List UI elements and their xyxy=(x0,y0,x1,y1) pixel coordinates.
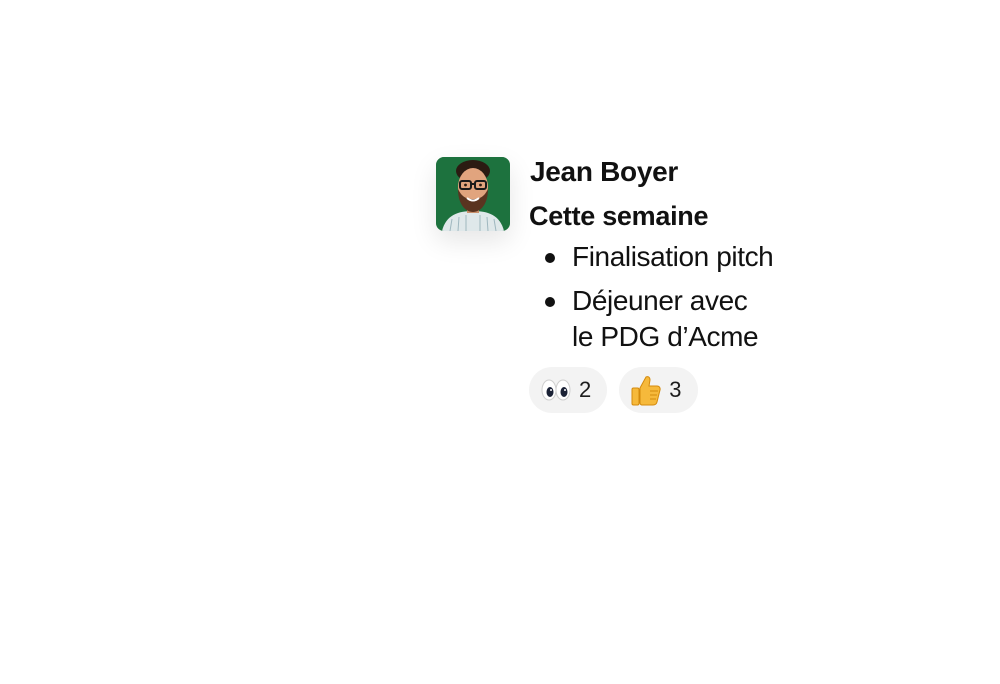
chat-message: Jean Boyer Cette semaine Finalisation pi… xyxy=(436,152,829,413)
eyes-emoji-icon xyxy=(540,374,572,406)
list-item-text-continued: le PDG d’Acme xyxy=(572,321,759,352)
thumbs-up-emoji-icon xyxy=(630,374,662,406)
list-item: Déjeuner avec le PDG d’Acme xyxy=(529,283,829,355)
avatar[interactable] xyxy=(436,157,510,231)
reaction-thumbs-up[interactable]: 3 xyxy=(619,367,698,413)
message-content: Jean Boyer Cette semaine Finalisation pi… xyxy=(529,152,829,413)
bullet-icon xyxy=(545,253,555,263)
bullet-icon xyxy=(545,297,555,307)
reaction-eyes[interactable]: 2 xyxy=(529,367,608,413)
bullet-list: Finalisation pitch Déjeuner avec le PDG … xyxy=(529,239,829,355)
reaction-count: 3 xyxy=(669,377,682,402)
author-name[interactable]: Jean Boyer xyxy=(530,152,829,192)
list-item: Finalisation pitch xyxy=(529,239,829,275)
reaction-count: 2 xyxy=(579,377,592,402)
reactions-bar: 2 3 xyxy=(529,367,829,413)
list-item-text: Finalisation pitch xyxy=(572,241,774,272)
avatar-photo xyxy=(436,157,510,231)
message-heading: Cette semaine xyxy=(529,201,709,231)
list-item-text: Déjeuner avec xyxy=(572,285,748,316)
